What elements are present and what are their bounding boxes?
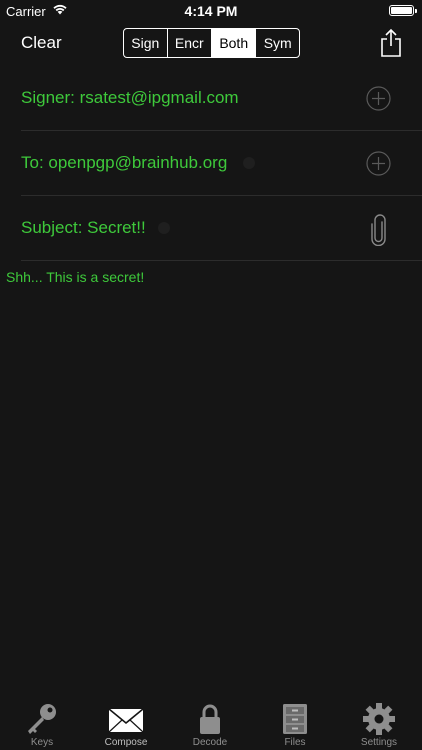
lock-icon: [200, 704, 220, 734]
tab-settings-label: Settings: [360, 737, 398, 748]
segment-sym[interactable]: Sym: [256, 29, 299, 57]
tab-keys[interactable]: Keys: [0, 701, 84, 750]
tab-files[interactable]: Files: [253, 701, 337, 750]
signer-row[interactable]: Signer: rsatest@ipgmail.com: [21, 66, 422, 131]
tab-settings[interactable]: Settings: [337, 701, 421, 750]
tab-compose[interactable]: Compose: [84, 701, 168, 750]
battery-icon: [389, 5, 417, 16]
tab-compose-label: Compose: [104, 737, 148, 748]
clear-button[interactable]: Clear: [21, 33, 62, 53]
tab-decode[interactable]: Decode: [168, 701, 252, 750]
add-recipient-icon[interactable]: [366, 151, 391, 176]
share-icon[interactable]: [380, 28, 402, 58]
info-indicator-icon: [243, 157, 255, 169]
tab-files-label: Files: [284, 737, 306, 748]
recipient-field[interactable]: To: openpgp@brainhub.org: [21, 153, 227, 173]
paperclip-icon[interactable]: [369, 214, 389, 246]
mode-segmented-control: Sign Encr Both Sym: [123, 28, 300, 58]
navigation-bar: Clear Sign Encr Both Sym: [0, 22, 422, 66]
subject-row[interactable]: Subject: Secret!!: [21, 196, 422, 261]
add-signer-icon[interactable]: [366, 86, 391, 111]
subject-field[interactable]: Subject: Secret!!: [21, 218, 146, 238]
tab-decode-label: Decode: [192, 737, 228, 748]
message-body[interactable]: Shh... This is a secret!: [6, 269, 144, 285]
segment-sign[interactable]: Sign: [124, 29, 168, 57]
tab-bar: Keys Compose Decode Files Settings: [0, 701, 422, 750]
segment-encr[interactable]: Encr: [168, 29, 213, 57]
gear-icon: [363, 703, 395, 735]
recipient-row[interactable]: To: openpgp@brainhub.org: [21, 131, 422, 196]
tab-keys-label: Keys: [30, 737, 54, 748]
envelope-icon: [108, 708, 144, 733]
signer-field[interactable]: Signer: rsatest@ipgmail.com: [21, 88, 239, 108]
status-bar: Carrier 4:14 PM: [0, 0, 422, 22]
key-icon: [28, 704, 56, 734]
info-indicator-icon: [158, 222, 170, 234]
file-cabinet-icon: [283, 704, 307, 734]
segment-both[interactable]: Both: [212, 29, 257, 57]
status-time: 4:14 PM: [184, 3, 238, 19]
